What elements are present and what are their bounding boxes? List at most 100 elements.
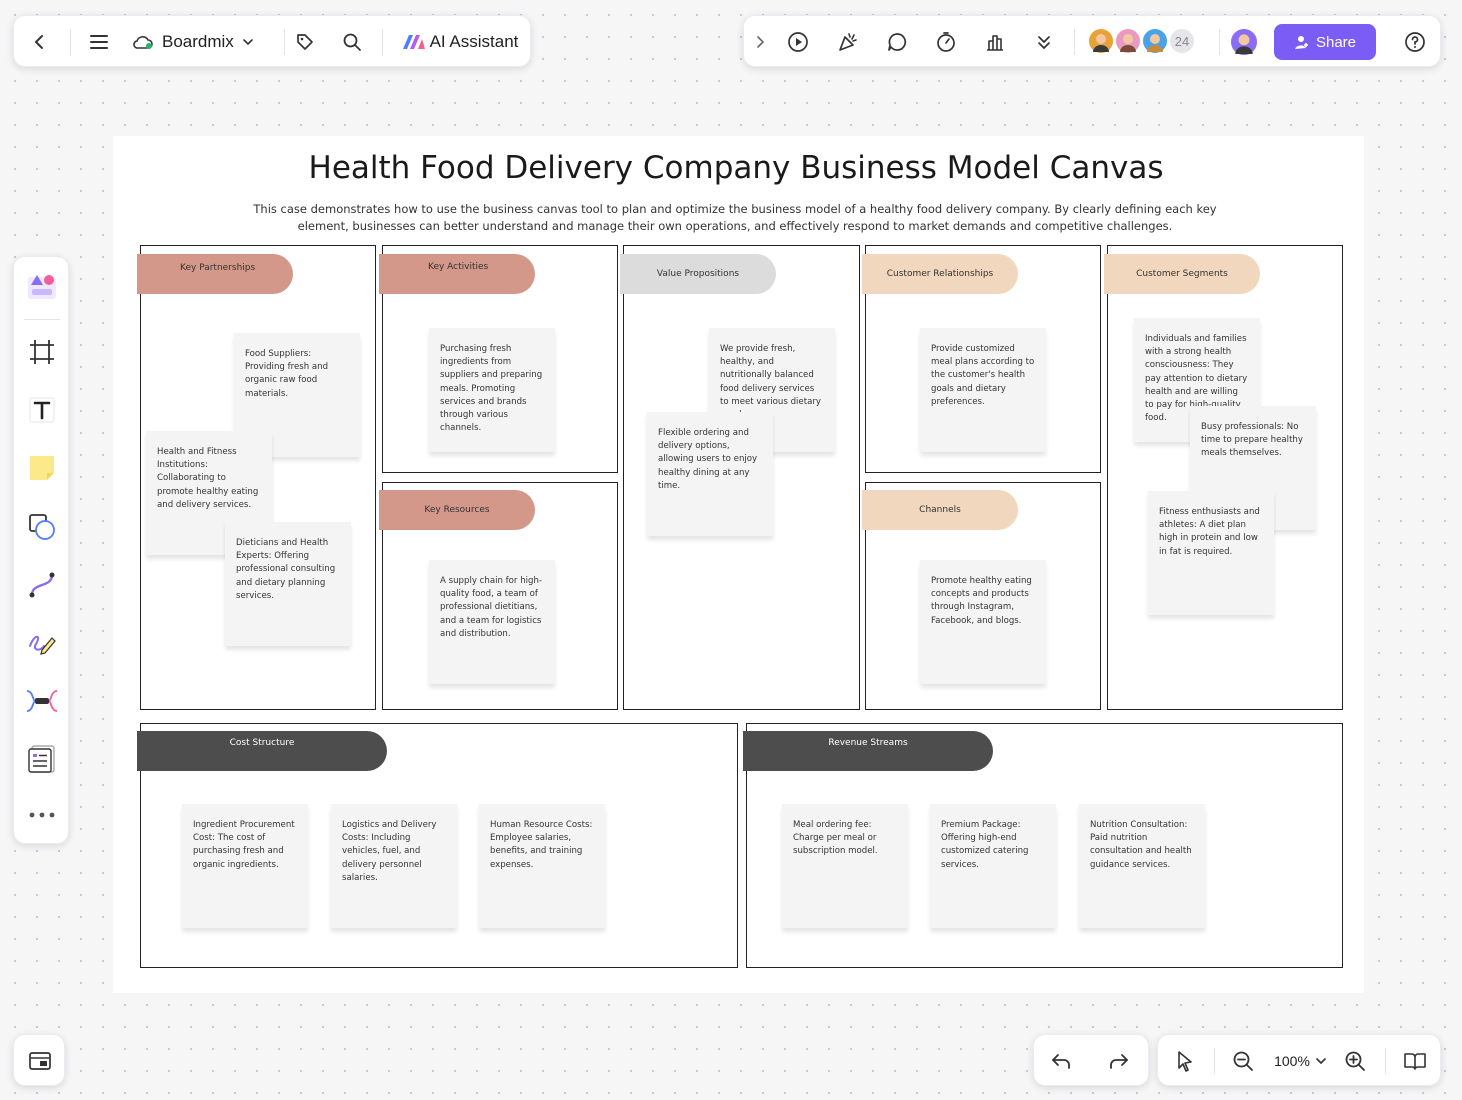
channels-header[interactable]: Channels	[862, 490, 1018, 530]
top-right-toolbar: 24 Share	[743, 15, 1441, 67]
guide-button[interactable]	[1400, 1035, 1430, 1087]
connector-icon	[29, 572, 55, 598]
sticky-note[interactable]: Human Resource Costs: Employee salaries,…	[479, 804, 605, 928]
book-icon	[1404, 1053, 1426, 1070]
sticky-note-icon	[30, 456, 54, 480]
history-toolbar	[1033, 1034, 1149, 1086]
present-button[interactable]	[785, 16, 811, 68]
zoom-in-button[interactable]	[1340, 1035, 1370, 1087]
value-propositions-header[interactable]: Value Propositions	[620, 254, 776, 294]
divider	[1214, 1048, 1215, 1074]
vote-icon	[987, 35, 1003, 51]
zoom-out-button[interactable]	[1228, 1035, 1258, 1087]
more-tools-button[interactable]	[14, 793, 70, 837]
redo-button[interactable]	[1104, 1035, 1134, 1087]
select-tool-button[interactable]	[1170, 1035, 1200, 1087]
sticky-note[interactable]: Flexible ordering and delivery options, …	[647, 412, 773, 536]
ai-assistant-label: AI Assistant	[429, 32, 519, 51]
left-toolbar	[13, 256, 69, 844]
key-activities-header[interactable]: Key Activities	[379, 254, 535, 294]
add-user-icon	[1294, 36, 1308, 49]
shape-button[interactable]	[14, 505, 70, 549]
sticky-note[interactable]: Logistics and Delivery Costs: Including …	[331, 804, 457, 928]
text-icon	[29, 397, 55, 423]
customer-relationships-header[interactable]: Customer Relationships	[862, 254, 1018, 294]
sticky-note[interactable]: Premium Package: Offering high-end custo…	[930, 804, 1056, 928]
connector-button[interactable]	[14, 563, 70, 607]
mindmap-icon	[26, 690, 58, 712]
text-button[interactable]	[14, 388, 70, 432]
chevron-down-icon	[1316, 1058, 1326, 1065]
comment-icon	[888, 33, 907, 51]
divider	[70, 29, 71, 55]
revenue-streams-header[interactable]: Revenue Streams	[743, 731, 993, 771]
zoom-level: 100%	[1274, 1053, 1310, 1069]
more-icon	[29, 812, 55, 818]
redo-icon	[1110, 1054, 1128, 1069]
minimap-button[interactable]	[13, 1034, 65, 1086]
tag-icon	[297, 34, 313, 50]
back-button[interactable]	[26, 16, 54, 68]
expand-button[interactable]	[752, 16, 768, 68]
tag-button[interactable]	[292, 16, 318, 68]
board-description: This case demonstrates how to use the bu…	[253, 202, 1217, 233]
ai-assistant-button[interactable]: AI Assistant	[399, 16, 521, 68]
sticky-note[interactable]: Provide customized meal plans according …	[920, 328, 1046, 452]
sticky-note[interactable]: Nutrition Consultation: Paid nutrition c…	[1079, 804, 1205, 928]
key-partnerships-header[interactable]: Key Partnerships	[137, 254, 293, 294]
help-button[interactable]	[1402, 16, 1428, 68]
search-icon	[343, 33, 361, 51]
board-name: Boardmix	[162, 32, 234, 51]
mindmap-button[interactable]	[14, 679, 70, 723]
sticky-note[interactable]: Purchasing fresh ingredients from suppli…	[429, 328, 555, 452]
avatar	[1141, 27, 1169, 55]
sticky-note[interactable]: Meal ordering fee: Charge per meal or su…	[782, 804, 908, 928]
divider	[1219, 29, 1220, 55]
pen-button[interactable]	[14, 621, 70, 665]
sticky-note-button[interactable]	[14, 446, 70, 490]
frame-button[interactable]	[14, 330, 70, 374]
chevron-down-icon	[243, 39, 253, 46]
customer-segments-header[interactable]: Customer Segments	[1104, 254, 1260, 294]
more-down-icon	[1038, 36, 1050, 50]
zoom-level-dropdown[interactable]: 100%	[1266, 1035, 1334, 1087]
present-icon	[788, 32, 808, 52]
sticky-note[interactable]: Fitness enthusiasts and athletes: A diet…	[1148, 491, 1274, 615]
template-icon	[28, 275, 56, 299]
collaborator-avatars[interactable]: 24	[1087, 27, 1215, 57]
undo-icon	[1052, 1054, 1070, 1069]
back-icon	[35, 35, 43, 49]
divider	[382, 29, 383, 55]
table-icon	[28, 745, 55, 773]
divider	[1074, 29, 1075, 55]
key-resources-header[interactable]: Key Resources	[379, 490, 535, 530]
zoom-out-icon	[1233, 1051, 1253, 1071]
celebrate-button[interactable]	[835, 16, 861, 68]
board-name-dropdown[interactable]: Boardmix	[132, 16, 272, 68]
more-tools-button[interactable]	[1031, 16, 1057, 68]
user-avatar[interactable]	[1229, 27, 1259, 57]
sticky-note[interactable]: Dieticians and Health Experts: Offering …	[225, 522, 351, 646]
sticky-note[interactable]: Promote healthy eating concepts and prod…	[920, 560, 1046, 684]
comment-button[interactable]	[884, 16, 910, 68]
divider	[284, 29, 285, 55]
sticky-note[interactable]: A supply chain for high-quality food, a …	[429, 560, 555, 684]
table-button[interactable]	[14, 737, 70, 781]
vote-button[interactable]	[982, 16, 1008, 68]
minimap-icon	[29, 1052, 51, 1070]
zoom-toolbar: 100%	[1157, 1034, 1441, 1086]
menu-button[interactable]	[86, 16, 112, 68]
cost-structure-header[interactable]: Cost Structure	[137, 731, 387, 771]
template-button[interactable]	[14, 263, 70, 307]
divider	[1385, 1048, 1386, 1074]
divider	[24, 319, 60, 320]
pen-icon	[29, 635, 56, 655]
timer-button[interactable]	[933, 16, 959, 68]
avatar	[1087, 27, 1115, 55]
share-button[interactable]: Share	[1274, 24, 1376, 60]
sticky-note[interactable]: Ingredient Procurement Cost: The cost of…	[182, 804, 308, 928]
menu-icon	[90, 35, 108, 49]
search-button[interactable]	[339, 16, 365, 68]
undo-button[interactable]	[1046, 1035, 1076, 1087]
cloud-icon	[133, 36, 153, 49]
